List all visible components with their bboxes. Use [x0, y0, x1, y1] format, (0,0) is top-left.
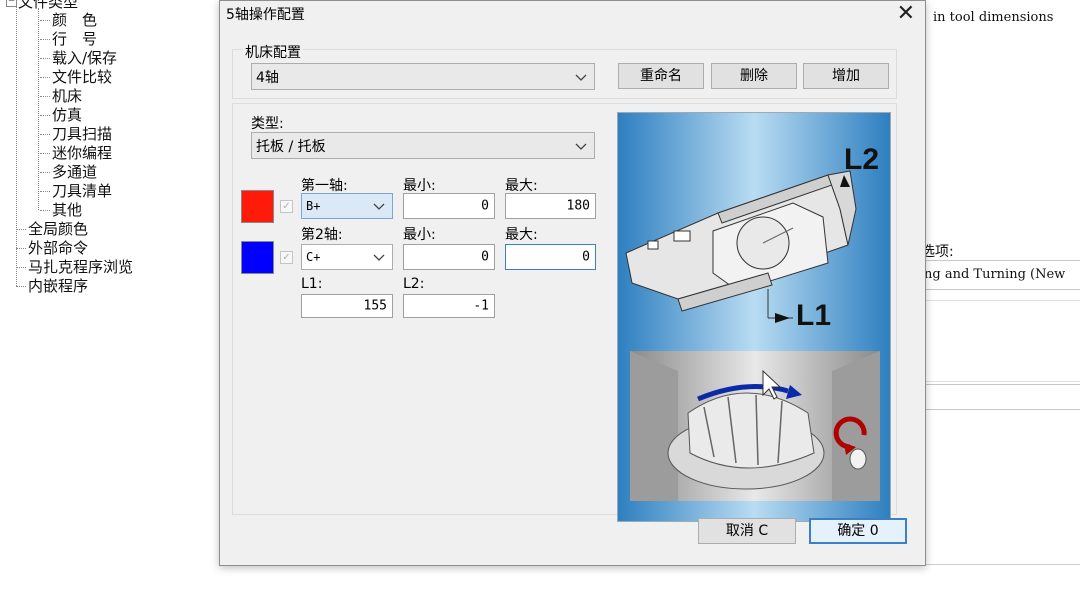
axis2-max-field[interactable]: 0: [505, 244, 596, 270]
chevron-down-icon: [373, 254, 385, 261]
axis2-select[interactable]: C+: [301, 244, 393, 270]
tree-connector: [38, 8, 39, 210]
tree-item-global-color[interactable]: 全局颜色: [16, 220, 88, 238]
axis1-min-value: 0: [481, 198, 489, 214]
tree-item-label: 迷你编程: [52, 144, 113, 162]
machine-config-value: 4轴: [256, 69, 279, 86]
axis1-value: B+: [306, 199, 321, 213]
axis2-min-label: 最小:: [403, 227, 436, 243]
background-select[interactable]: ng and Turning (New: [923, 260, 1080, 290]
type-label: 类型:: [251, 116, 284, 132]
tree-item-multi-channel[interactable]: 多通道: [40, 163, 97, 181]
tree-item-label: 载入/保存: [52, 49, 118, 67]
ok-button[interactable]: 确定 0: [809, 518, 907, 544]
tree-item-label: 刀具清单: [52, 182, 113, 200]
axis2-min-field[interactable]: 0: [403, 244, 495, 270]
tree-item-tool-list[interactable]: 刀具清单: [40, 182, 112, 200]
tree-item-label: 文件类型: [18, 0, 79, 11]
background-text: in tool dimensions: [933, 10, 1054, 25]
dialog-title: 5轴操作配置: [226, 7, 305, 23]
tree-item-label: 全局颜色: [28, 220, 89, 238]
axis1-min-field[interactable]: 0: [403, 193, 495, 219]
tree-item-label: 马扎克程序浏览: [28, 258, 134, 276]
tree-item-simulation[interactable]: 仿真: [40, 106, 82, 124]
l1-diagram-label: L1: [796, 299, 831, 332]
axis2-color-swatch[interactable]: [241, 241, 274, 274]
chevron-down-icon: [575, 74, 587, 81]
l2-diagram-label: L2: [844, 143, 879, 176]
axis1-select[interactable]: B+: [301, 193, 393, 219]
machine-config-label: 机床配置: [243, 42, 303, 62]
tree-item-mazak-browser[interactable]: 马扎克程序浏览: [16, 258, 133, 276]
close-icon[interactable]: ✕: [897, 1, 915, 27]
tree-item-label: 内嵌程序: [28, 277, 89, 295]
tree-item-other[interactable]: 其他: [40, 201, 82, 219]
tree-item-tool-scan[interactable]: 刀具扫描: [40, 125, 112, 143]
cancel-button[interactable]: 取消 C: [698, 518, 796, 544]
add-button[interactable]: 增加: [803, 63, 889, 89]
tree-item-label: 外部命令: [28, 239, 89, 257]
axis1-max-field[interactable]: 180: [505, 193, 596, 219]
axis2-max-value: 0: [582, 249, 590, 265]
tree-item-external-commands[interactable]: 外部命令: [16, 239, 88, 257]
axis2-value: C+: [306, 250, 321, 264]
background-input[interactable]: [923, 384, 1080, 410]
tree-item-color[interactable]: 颜 色: [40, 11, 97, 29]
tree-item-file-compare[interactable]: 文件比较: [40, 68, 112, 86]
tree-item-label: 其他: [52, 201, 83, 219]
chevron-down-icon: [575, 143, 587, 150]
tree-item-label: 多通道: [52, 163, 98, 181]
tree-item-label: 刀具扫描: [52, 125, 113, 143]
background-panel: in tool dimensions 选项: ng and Turning (N…: [921, 0, 1080, 608]
five-axis-config-dialog: 5轴操作配置 ✕ 机床配置 4轴 重命名 删除 增加 类型: 托板 / 托板 ✓…: [219, 0, 926, 566]
axis1-color-swatch[interactable]: [241, 190, 274, 223]
delete-button[interactable]: 删除: [711, 63, 797, 89]
tree-item-line-number[interactable]: 行 号: [40, 30, 97, 48]
tree-item-machine[interactable]: 机床: [40, 87, 82, 105]
tree-item-label: 文件比较: [52, 68, 113, 86]
machine-config-select[interactable]: 4轴: [251, 63, 595, 90]
l1-field[interactable]: 155: [301, 294, 393, 318]
type-select[interactable]: 托板 / 托板: [251, 132, 595, 159]
axis2-label: 第2轴:: [301, 227, 343, 243]
axis2-min-value: 0: [481, 249, 489, 265]
tree-item-file-types[interactable]: 文件类型: [18, 0, 78, 11]
chevron-down-icon: [373, 203, 385, 210]
background-area: [923, 300, 1080, 382]
machine-preview-image: L1 L2: [617, 112, 891, 522]
axis1-min-label: 最小:: [403, 178, 436, 194]
background-select-value: ng and Turning (New: [924, 267, 1066, 282]
axis1-checkbox[interactable]: ✓: [280, 200, 293, 213]
l2-field[interactable]: -1: [403, 294, 495, 318]
tree-item-mini-programming[interactable]: 迷你编程: [40, 144, 112, 162]
l2-value: -1: [473, 298, 489, 314]
axis1-label: 第一轴:: [301, 178, 348, 194]
l1-value: 155: [363, 298, 387, 314]
tree-item-label: 颜 色: [52, 11, 98, 29]
settings-tree: − 文件类型 颜 色 行 号 载入/保存 文件比较 机床 仿真 刀具扫描 迷你编…: [0, 0, 247, 608]
l2-label: L2:: [403, 276, 425, 292]
tree-item-embedded-program[interactable]: 内嵌程序: [16, 277, 88, 295]
axis1-max-value: 180: [566, 198, 590, 214]
tree-item-label: 仿真: [52, 106, 83, 124]
machine-preview-illustration: L1 L2: [618, 113, 890, 521]
tree-item-load-save[interactable]: 载入/保存: [40, 49, 117, 67]
rename-button[interactable]: 重命名: [618, 63, 704, 89]
type-value: 托板 / 托板: [256, 138, 326, 155]
axis2-max-label: 最大:: [505, 227, 538, 243]
tree-item-label: 机床: [52, 87, 83, 105]
axis2-checkbox[interactable]: ✓: [280, 251, 293, 264]
l1-label: L1:: [301, 276, 323, 292]
axis1-max-label: 最大:: [505, 178, 538, 194]
background-bottom: [246, 564, 1080, 609]
tree-item-label: 行 号: [52, 30, 98, 48]
